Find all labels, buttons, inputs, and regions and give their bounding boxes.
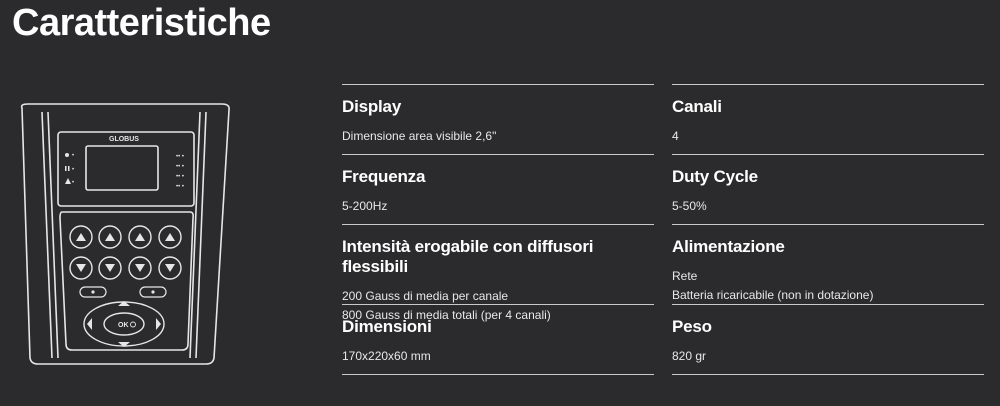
page-title: Caratteristiche — [12, 2, 271, 44]
spec-label: Canali — [672, 97, 722, 116]
spec-value: 5-50% — [672, 199, 707, 213]
svg-text:•: • — [72, 167, 74, 173]
spec-value: 820 gr — [672, 349, 707, 363]
spec-value: Dimensione area visibile 2,6" — [342, 129, 497, 143]
spec-label: Intensità erogabile con diffusori flessi… — [342, 237, 594, 276]
spec-alimentazione: Alimentazione Rete Batteria ricaricabile… — [672, 224, 984, 304]
spec-display: Display Dimensione area visibile 2,6" — [342, 84, 654, 154]
svg-text:•• •: •• • — [176, 164, 184, 170]
spec-label: Display — [342, 97, 402, 116]
spec-value: 4 — [672, 129, 679, 143]
device-brand-text: GLOBUS — [109, 136, 139, 143]
svg-text:•• •: •• • — [176, 154, 184, 160]
spec-canali: Canali 4 — [672, 84, 984, 154]
divider — [672, 374, 984, 375]
spec-peso: Peso 820 gr — [672, 304, 984, 374]
spec-value: Rete — [672, 269, 698, 283]
spec-label: Frequenza — [342, 167, 426, 186]
spec-label: Alimentazione — [672, 237, 785, 256]
device-ok-label: OK — [118, 322, 129, 329]
spec-value: 5-200Hz — [342, 199, 388, 213]
specs-column-left: Display Dimensione area visibile 2,6" Fr… — [342, 84, 654, 375]
svg-text:•: • — [72, 180, 74, 186]
spec-label: Peso — [672, 317, 712, 336]
svg-text:•• •: •• • — [176, 174, 184, 180]
specs-column-right: Canali 4 Duty Cycle 5-50% Alimentazione … — [672, 84, 984, 375]
spec-label: Duty Cycle — [672, 167, 758, 186]
spec-intensita: Intensità erogabile con diffusori flessi… — [342, 224, 654, 322]
spec-value: Batteria ricaricabile (non in dotazione) — [672, 288, 874, 302]
spec-value: 170x220x60 mm — [342, 349, 431, 363]
svg-text:•• •: •• • — [176, 184, 184, 190]
spec-frequenza: Frequenza 5-200Hz — [342, 154, 654, 224]
svg-text:•: • — [72, 153, 74, 159]
spec-duty-cycle: Duty Cycle 5-50% — [672, 154, 984, 224]
device-illustration: GLOBUS • • • •• • •• • •• • •• • OK — [20, 103, 230, 365]
divider — [342, 374, 654, 375]
